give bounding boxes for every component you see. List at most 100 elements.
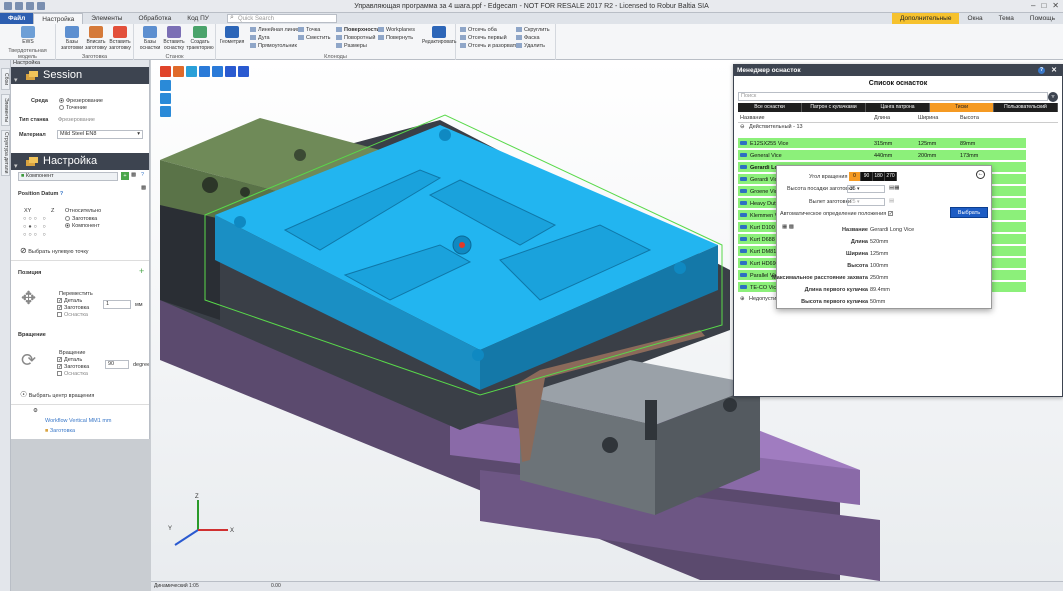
category-vice[interactable]: Тиски — [930, 103, 994, 112]
fixture-search-input[interactable]: Поиск — [738, 92, 1048, 101]
material-select[interactable]: Mild Steel EN8 ▾ — [57, 130, 143, 139]
dimensions-button[interactable]: Размеры — [336, 43, 367, 49]
ews-button[interactable]: EWS — [14, 26, 42, 45]
arc-button[interactable]: Дуга — [250, 35, 270, 41]
help-icon[interactable]: ? — [1038, 67, 1045, 74]
workflow-item[interactable]: Workflow Vertical MM1 mm — [45, 418, 112, 424]
rotation-check-part[interactable]: ✓ Деталь — [57, 357, 82, 363]
rotate-button[interactable]: Повернуть — [378, 35, 413, 41]
vtab-errors[interactable]: Сбои — [1, 68, 10, 90]
delete-button[interactable]: Удалить — [516, 43, 545, 49]
stock-view-icon[interactable] — [173, 66, 184, 77]
close-icon[interactable]: ✕ — [1051, 65, 1057, 76]
point-button[interactable]: Точка — [298, 27, 320, 33]
part-view-icon[interactable] — [186, 66, 197, 77]
maximize-icon[interactable]: □ — [1041, 1, 1046, 10]
minimize-icon[interactable]: – — [1031, 1, 1035, 10]
tab-nc-code[interactable]: Код ПУ — [179, 13, 217, 24]
quick-search-input[interactable]: Quick Search — [226, 14, 337, 23]
lock-icon[interactable]: ▩ — [141, 185, 146, 191]
tab-theme[interactable]: Тема — [991, 13, 1022, 24]
table-row[interactable]: General Vice 440mm 200mm 173mm — [738, 150, 1026, 161]
rotation-angle-input[interactable]: 90 — [105, 360, 129, 369]
rotation-check-stock[interactable]: ✓ Заготовка — [57, 364, 89, 370]
workplanes-button[interactable]: Workplanes — [378, 27, 415, 33]
add-icon[interactable]: + — [121, 172, 129, 180]
env-option-turning[interactable]: Точение — [59, 105, 87, 111]
session-header[interactable]: ▾ Session — [11, 67, 149, 84]
offset-button[interactable]: Сместить — [298, 35, 331, 41]
angle-0[interactable]: 0 — [849, 172, 861, 181]
quick-access-toolbar[interactable] — [0, 2, 45, 10]
filter-icon[interactable]: ▿ — [1048, 92, 1058, 102]
expand-icon[interactable]: ⊕ — [740, 296, 745, 302]
env-option-milling[interactable]: Фрезерование — [59, 98, 103, 104]
component-select[interactable]: ■ Компонент — [18, 172, 118, 181]
relative-option-stock[interactable]: Заготовка — [65, 216, 97, 222]
open-icon[interactable] — [15, 2, 23, 10]
category-jaw-chuck[interactable]: Патрон с кулачками — [802, 103, 866, 112]
calc-icon[interactable]: ▤▦ — [889, 185, 899, 191]
chamfer-button[interactable]: Фаска — [516, 35, 540, 41]
choose-center-button[interactable]: ☉ Выбрать центр вращения — [20, 390, 94, 399]
category-all[interactable]: Все оснастки — [738, 103, 802, 112]
back-icon[interactable]: ← — [976, 170, 985, 179]
layers-icon[interactable] — [238, 66, 249, 77]
help-icon[interactable]: ? — [60, 191, 63, 197]
grid-icon[interactable] — [225, 66, 236, 77]
vtab-features[interactable]: Элементы — [1, 94, 10, 126]
col-width[interactable]: Ширина — [918, 115, 938, 121]
select-button[interactable]: Выбрать — [950, 207, 988, 218]
col-height[interactable]: Высота — [960, 115, 979, 121]
datum-grid[interactable]: ○○○ ○ — [23, 216, 48, 222]
vtab-part-structure[interactable]: Структура детали — [1, 130, 10, 176]
tab-additional[interactable]: Дополнительные — [892, 13, 960, 24]
front-view-icon[interactable] — [160, 106, 171, 117]
fixture-icon[interactable]: ▩ — [131, 172, 136, 178]
table-row[interactable]: E12SX255 Vice 315mm 125mm 89mm — [738, 138, 1026, 149]
preview-icons[interactable]: ▦ ▩ — [782, 224, 794, 230]
edit-button[interactable]: Редактировать — [422, 26, 457, 45]
tab-setup[interactable]: Настройка — [33, 13, 84, 24]
settings-gear-icon[interactable]: ⚙ — [33, 408, 38, 414]
create-toolpath-button[interactable]: Создать траекторию — [186, 26, 214, 51]
top-view-icon[interactable] — [160, 93, 171, 104]
tab-windows[interactable]: Окна — [959, 13, 990, 24]
move-check-fixture[interactable]: Оснастка — [57, 312, 88, 318]
trim-break-button[interactable]: Отсечь и разорвать — [460, 43, 518, 49]
surfaces-button[interactable]: Поверхности — [336, 27, 380, 33]
zoom-icon[interactable] — [212, 66, 223, 77]
stock-item[interactable]: ■ Заготовка — [45, 428, 75, 434]
tab-machining[interactable]: Обработка — [130, 13, 179, 24]
angle-270[interactable]: 270 — [885, 172, 897, 181]
col-name[interactable]: Название — [740, 115, 765, 121]
category-collet-chuck[interactable]: Цанга патрона — [866, 103, 930, 112]
shade-icon[interactable] — [160, 66, 171, 77]
line-button[interactable]: Линейная линия — [250, 27, 300, 33]
angle-90[interactable]: 90 — [861, 172, 873, 181]
datum-grid[interactable]: ○●○ ○ — [23, 224, 48, 230]
relative-option-component[interactable]: Компонент — [65, 223, 100, 229]
tab-help[interactable]: Помощь — [1022, 13, 1063, 24]
datum-grid[interactable]: ○○○ ○ — [23, 232, 48, 238]
angle-180[interactable]: 180 — [873, 172, 885, 181]
tab-file[interactable]: Файл — [0, 13, 34, 24]
col-length[interactable]: Длина — [874, 115, 890, 121]
view-mode[interactable]: Динамический 1:05 — [154, 583, 199, 589]
trim-first-button[interactable]: Отсечь первый — [460, 35, 507, 41]
rotation-check-fixture[interactable]: Оснастка — [57, 371, 88, 377]
fillet-button[interactable]: Скруглить — [516, 27, 550, 33]
collapse-icon[interactable]: ⊖ — [740, 124, 745, 130]
save-icon[interactable] — [26, 2, 34, 10]
help-icon[interactable]: ? — [141, 172, 144, 178]
group-valid[interactable]: ⊖ Действительный - 13 — [738, 123, 1058, 132]
close-icon[interactable]: ✕ — [1052, 1, 1059, 10]
move-check-part[interactable]: ✓ Деталь — [57, 298, 82, 304]
category-custom[interactable]: Пользовательский — [994, 103, 1058, 112]
choose-zero-button[interactable]: ⊘ Выбрать нулевую точку — [20, 246, 89, 255]
trim-both-button[interactable]: Отсечь оба — [460, 27, 497, 33]
overhang-calc-icon[interactable]: ▤ — [889, 198, 894, 204]
overhang-select[interactable]: 25 ▾ — [847, 198, 885, 206]
auto-position-check[interactable]: Автоматическое определение положения ✓ — [780, 211, 895, 217]
geometry-button[interactable]: Геометрия — [218, 26, 246, 45]
